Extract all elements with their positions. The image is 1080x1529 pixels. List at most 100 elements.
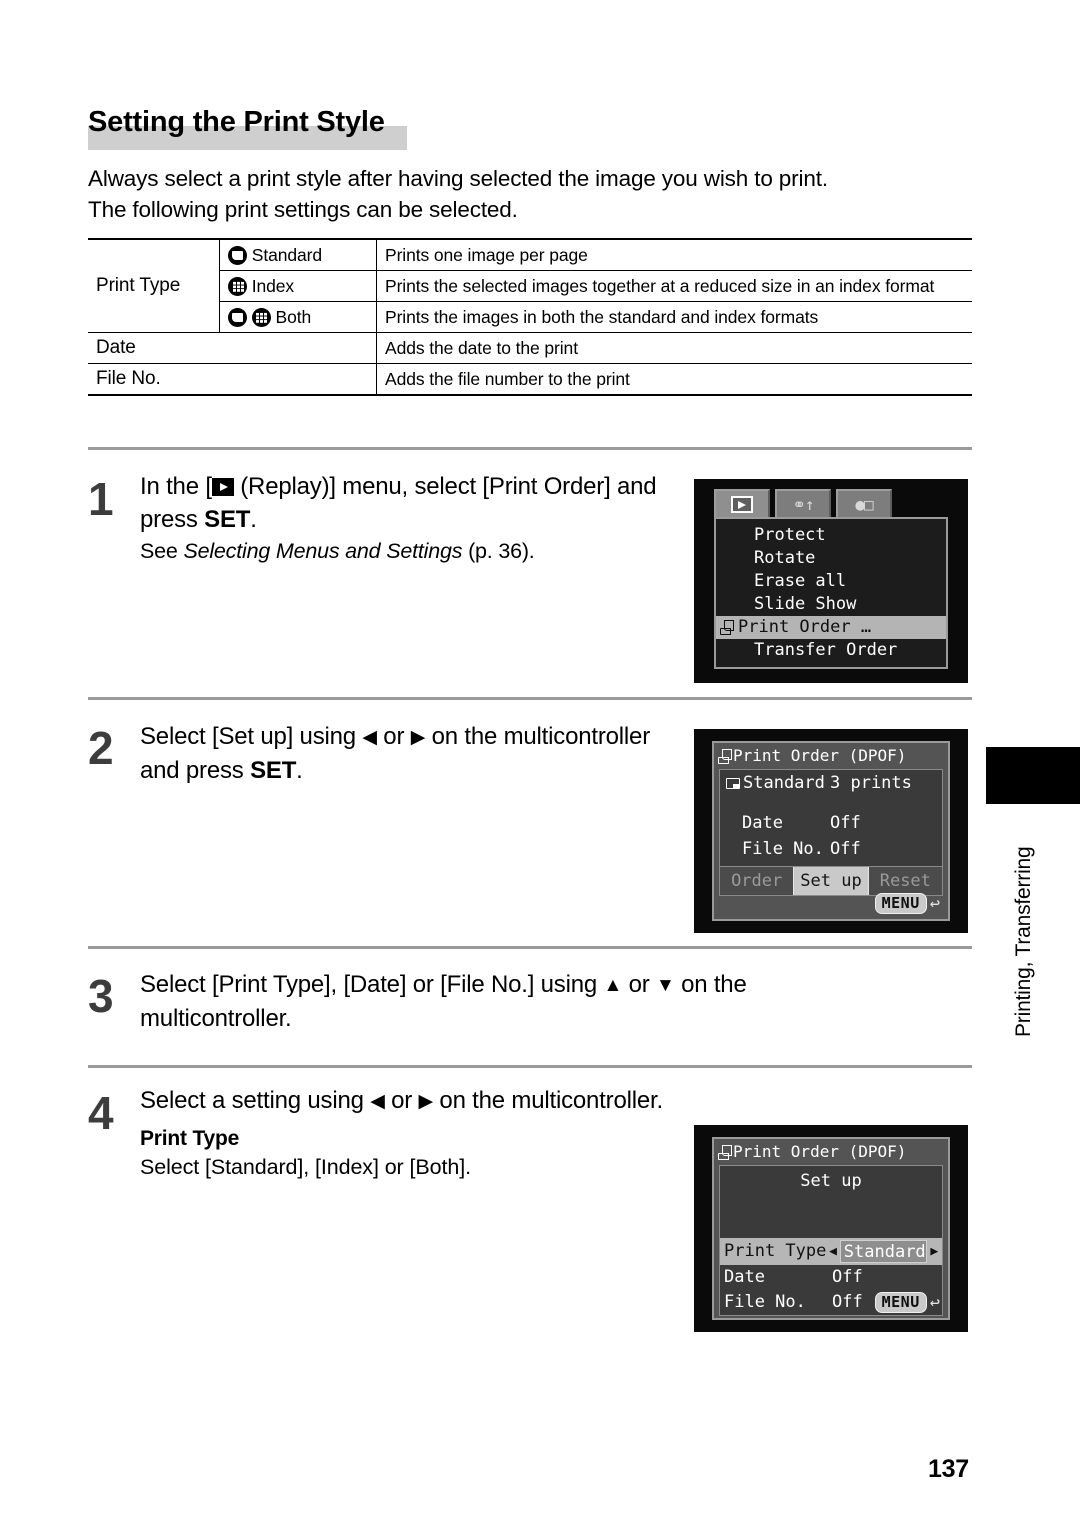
- menu-item-print-order[interactable]: Print Order …: [716, 616, 946, 639]
- lcd-setup: Print Order (DPOF) Set up Print Type ◀ S…: [694, 1125, 968, 1332]
- step-1-text-a: In the [: [140, 473, 212, 500]
- date-description: Adds the date to the print: [376, 332, 972, 364]
- lcd-date-label: Date: [742, 813, 783, 833]
- print-type-both-cell: Both: [219, 301, 377, 333]
- lcd-standard-label-wrap: Standard: [720, 770, 830, 796]
- step-1-set-keyword: SET: [204, 506, 251, 533]
- step-2-mid: or: [376, 723, 411, 750]
- lcd-standard-value: 3 prints: [830, 773, 912, 793]
- lcd-setup-frame: Print Order (DPOF) Set up Print Type ◀ S…: [712, 1137, 950, 1320]
- print-order-icon: [718, 1145, 733, 1160]
- table-row: Date Adds the date to the print: [88, 332, 972, 364]
- menu-button-badge[interactable]: MENU: [874, 1292, 927, 1313]
- lcd-setup-fileno-label: File No.: [724, 1292, 806, 1312]
- mycamera-tab[interactable]: ●□: [836, 489, 892, 518]
- lcd-setup-heading-area: Set up: [719, 1165, 943, 1238]
- page-title-block: Setting the Print Style: [88, 104, 688, 150]
- index-icon: [251, 308, 271, 327]
- chapter-tab-marker: [986, 747, 1080, 804]
- lcd-tab-bar: ⚭↑ ●□: [714, 489, 892, 518]
- lcd-print-order-body: Standard 3 prints Date Off File No. Off: [719, 769, 943, 867]
- both-label: Both: [275, 307, 312, 327]
- standard-icon: [228, 308, 247, 327]
- left-arrow-icon[interactable]: ◀: [826, 1238, 839, 1265]
- step-4-line1-b: on the multicontroller.: [432, 1087, 663, 1114]
- lcd-standard-row: Standard 3 prints: [720, 770, 942, 796]
- print-order-icon: [720, 620, 735, 635]
- table-row: File No. Adds the file number to the pri…: [88, 363, 972, 396]
- lcd-setup-heading: Set up: [800, 1171, 862, 1191]
- step-3-text: Select [Print Type], [Date] or [File No.…: [140, 968, 970, 1035]
- menu-item-print-order-label: Print Order …: [738, 617, 872, 637]
- menu-button-badge[interactable]: MENU: [874, 893, 927, 914]
- intro-paragraph: Always select a print style after having…: [88, 163, 968, 225]
- lcd-print-order-frame: Print Order (DPOF) Standard 3 prints Date…: [712, 741, 950, 921]
- step-1-text-d: .: [250, 506, 257, 533]
- section-divider: [88, 447, 972, 450]
- lcd-print-type-value: Standard: [839, 1240, 927, 1263]
- lcd-replay-menu: ⚭↑ ●□ Protect Rotate Erase all Slide Sho…: [694, 479, 968, 683]
- standard-label: Standard: [251, 245, 322, 265]
- reset-button[interactable]: Reset: [868, 867, 942, 895]
- wrench-screwdriver-icon: ⚭↑: [792, 495, 814, 514]
- step-2-number: 2: [88, 722, 114, 774]
- page-title: Setting the Print Style: [88, 106, 385, 138]
- print-type-index-cell: Index: [219, 270, 377, 302]
- left-arrow-icon: ◀: [362, 727, 377, 748]
- lcd-print-order-title-text: Print Order (DPOF): [733, 746, 907, 765]
- section-divider: [88, 946, 972, 949]
- section-divider: [88, 697, 972, 700]
- lcd-print-type-row[interactable]: Print Type ◀ Standard ▶: [720, 1238, 942, 1265]
- lcd-button-row: Order Set up Reset: [719, 867, 943, 896]
- setup-tab[interactable]: ⚭↑: [775, 489, 831, 518]
- return-arrow-icon: ↩: [929, 1292, 940, 1313]
- step-2-line1-b: on the: [425, 723, 498, 750]
- step-3-line1-b: on the: [674, 971, 747, 998]
- step-2-text: Select [Set up] using ◀ or ▶ on the mult…: [140, 720, 670, 787]
- standard-description: Prints one image per page: [376, 238, 972, 271]
- print-settings-table: Print Type Standard Prints one image per…: [88, 238, 972, 396]
- menu-item-erase-all[interactable]: Erase all: [716, 570, 946, 593]
- step-1-sub-b: Selecting Menus and Settings: [183, 539, 463, 563]
- lcd-standard-label: Standard: [743, 773, 825, 793]
- step-1-sub-a: See: [140, 539, 184, 563]
- menu-item-protect[interactable]: Protect: [716, 524, 946, 547]
- return-arrow-icon: ↩: [929, 893, 940, 914]
- step-4-line1-a: Select a setting using: [140, 1087, 371, 1114]
- table-row: Both Prints the images in both the stand…: [88, 301, 972, 333]
- menu-item-slide-show[interactable]: Slide Show: [716, 593, 946, 616]
- index-label: Index: [251, 276, 295, 296]
- order-button[interactable]: Order: [720, 867, 794, 895]
- fileno-description: Adds the file number to the print: [376, 363, 972, 396]
- lcd-print-order: Print Order (DPOF) Standard 3 prints Date…: [694, 729, 968, 933]
- right-arrow-icon[interactable]: ▶: [927, 1238, 942, 1265]
- lcd-setup-fileno-value: Off: [832, 1292, 863, 1312]
- standard-icon: [228, 246, 247, 265]
- menu-item-transfer-order[interactable]: Transfer Order: [716, 639, 946, 662]
- lcd-date-value: Off: [830, 813, 861, 833]
- step-1-text: In the [ (Replay)] menu, select [Print O…: [140, 470, 670, 566]
- replay-tab[interactable]: [714, 489, 770, 518]
- step-4-mid: or: [384, 1087, 419, 1114]
- lcd-setup-date-value: Off: [832, 1267, 863, 1287]
- step-3-number: 3: [88, 970, 114, 1022]
- step-1-number: 1: [88, 473, 114, 525]
- set-up-button[interactable]: Set up: [793, 867, 869, 895]
- lcd-setup-title-text: Print Order (DPOF): [733, 1142, 907, 1161]
- lcd-setup-menu-return-row: MENU ↩: [874, 1292, 940, 1313]
- lcd-setup-title: Print Order (DPOF): [714, 1139, 948, 1165]
- menu-item-rotate[interactable]: Rotate: [716, 547, 946, 570]
- chapter-tab-label: Printing, Transferring: [1012, 846, 1035, 1038]
- step-3-mid: or: [622, 971, 656, 998]
- step-2-line1-a: Select [Set up] using: [140, 723, 363, 750]
- lcd-date-row: Date Off: [720, 810, 942, 836]
- replay-icon: [211, 478, 234, 496]
- intro-line-2: The following print settings can be sele…: [88, 197, 518, 222]
- person-camera-icon: ●□: [855, 495, 873, 514]
- print-type-row-label: Print Type: [88, 238, 220, 333]
- print-order-icon: [718, 749, 733, 764]
- lcd-setup-date-row[interactable]: Date Off: [720, 1265, 942, 1290]
- up-arrow-icon: ▲: [603, 975, 623, 996]
- print-type-standard-cell: Standard: [219, 238, 377, 271]
- lcd-fileno-label: File No.: [742, 839, 824, 859]
